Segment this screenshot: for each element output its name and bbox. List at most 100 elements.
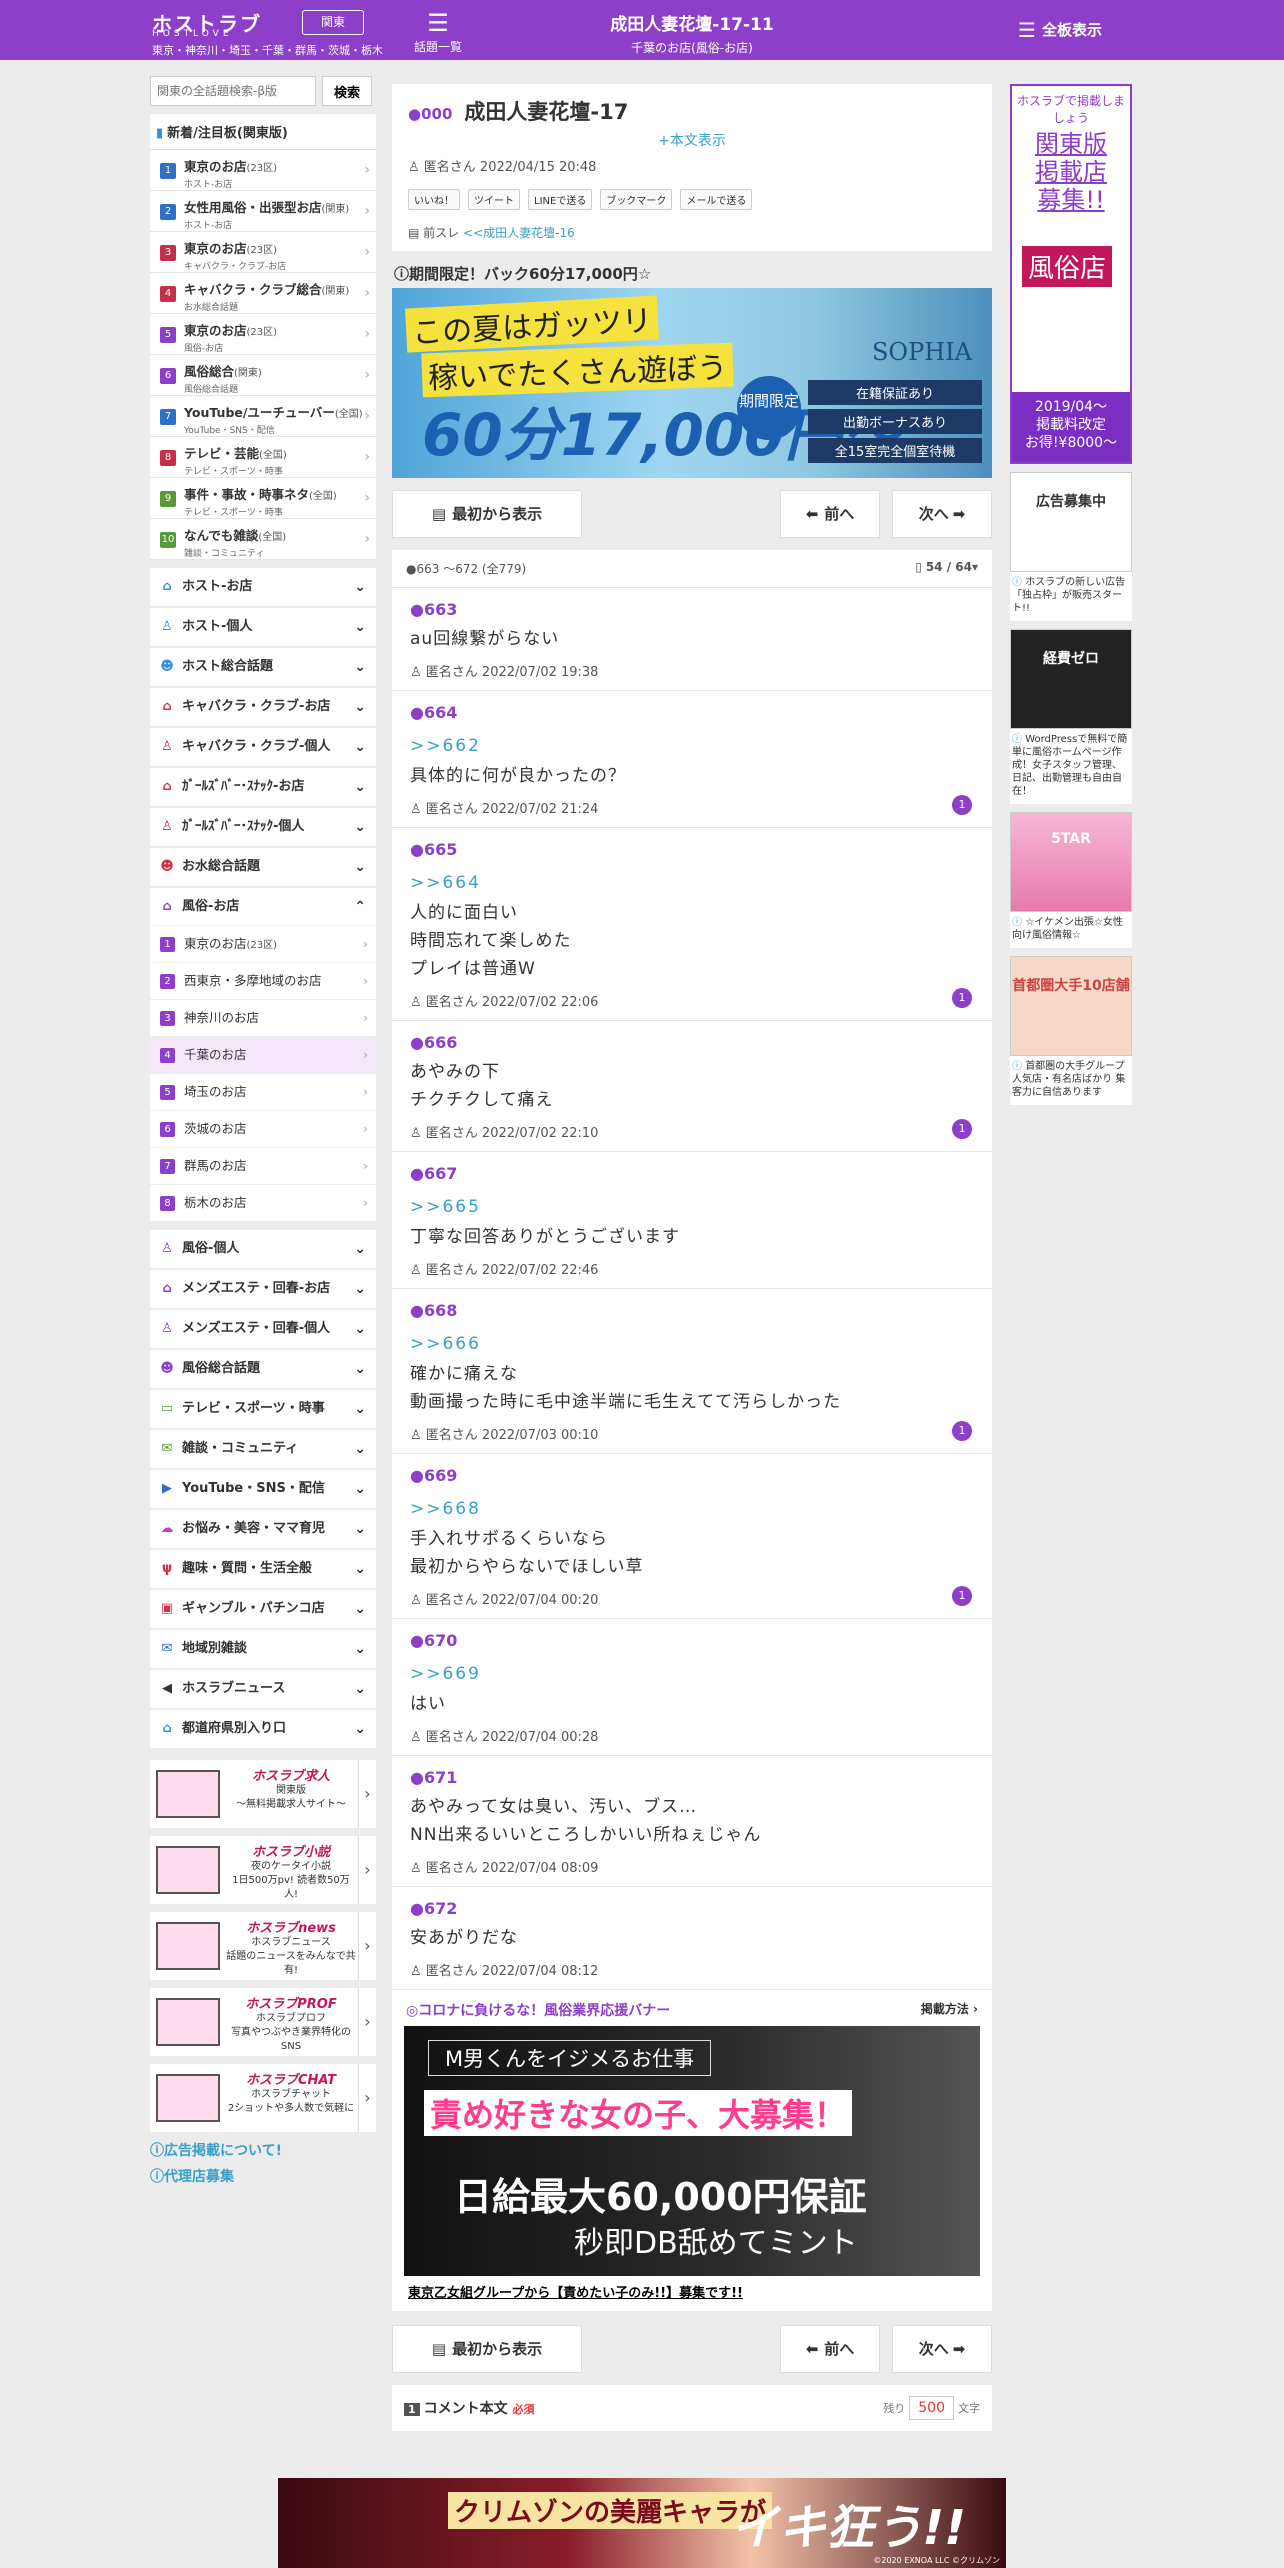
reply-anchor-link[interactable]: >>666: [410, 1334, 974, 1354]
new-board-item[interactable]: 7 YouTube/ユーチューバー(全国) YouTube・SNS・配信 ›: [150, 396, 376, 437]
post-number[interactable]: ●667: [410, 1164, 974, 1183]
bookmark-button[interactable]: ブックマーク: [600, 189, 673, 210]
next-page-button[interactable]: 次へ ➡: [892, 2325, 992, 2373]
category-item[interactable]: ☻ ホスト総合話題 ⌄: [150, 648, 376, 686]
reply-count-badge[interactable]: 1: [952, 1586, 972, 1606]
category-item[interactable]: ♙ ｶﾞｰﾙｽﾞﾊﾞｰ･ｽﾅｯｸ-個人 ⌄: [150, 808, 376, 846]
reply-anchor-link[interactable]: >>668: [410, 1499, 974, 1519]
subcategory-item[interactable]: 4 千葉のお店 ›: [150, 1037, 376, 1074]
new-board-item[interactable]: 6 風俗総合(関東) 風俗総合話題 ›: [150, 355, 376, 396]
footer-ad[interactable]: クリムゾンの美麗キャラが イキ狂う!! ©2020 EXNOA LLC ©クリム…: [278, 2478, 1006, 2568]
new-board-item[interactable]: 2 女性用風俗・出張型お店(関東) ホスト-お店 ›: [150, 191, 376, 232]
post-number[interactable]: ●664: [410, 703, 974, 722]
post-number[interactable]: ●663: [410, 600, 974, 619]
support-banner[interactable]: M男くんをイジメるお仕事 責め好きな女の子、大募集！ 日給最大60,000円保証…: [404, 2026, 980, 2276]
new-board-item[interactable]: 5 東京のお店(23区) 風俗-お店 ›: [150, 314, 376, 355]
previous-thread-link[interactable]: <<成田人妻花壇-16: [463, 226, 575, 240]
new-board-item[interactable]: 9 事件・事故・時事ネタ(全国) テレビ・スポーツ・時事 ›: [150, 478, 376, 519]
post-number[interactable]: ●671: [410, 1768, 974, 1787]
board-name-text: 風俗総合: [184, 364, 235, 379]
topics-list-button[interactable]: ☰ 話題一覧: [410, 8, 466, 55]
right-ad-item[interactable]: 5TAR ⓘ ☆イケメン出張☆女性向け風俗情報☆: [1010, 812, 1132, 948]
reply-anchor-link[interactable]: >>669: [410, 1664, 974, 1684]
post-number[interactable]: ●669: [410, 1466, 974, 1485]
service-banner[interactable]: ホスラブnews ホスラブニュース 話題のニュースをみんなで共有! ›: [150, 1912, 376, 1980]
category-item[interactable]: ▶ YouTube・SNS・配信 ⌄: [150, 1470, 376, 1508]
agency-link[interactable]: ⓘ代理店募集: [150, 2166, 376, 2186]
category-item[interactable]: ⌂ ｶﾞｰﾙｽﾞﾊﾞｰ･ｽﾅｯｸ-お店 ⌄: [150, 768, 376, 806]
service-banner[interactable]: ホスラブPROF ホスラブプロフ 写真やつぶやき業界特化のSNS ›: [150, 1988, 376, 2056]
banner-how-link[interactable]: 掲載方法 ›: [921, 2000, 978, 2020]
category-item-open[interactable]: ⌂ 風俗-お店 ⌃: [150, 888, 376, 926]
show-body-link[interactable]: +本文表示: [408, 130, 976, 150]
right-ad-item[interactable]: 首都圏大手10店舗 ⓘ 首都圏の大手グループ 人気店・有名店ばかり 集客力に自信あ…: [1010, 956, 1132, 1105]
new-board-item[interactable]: 10 なんでも雑談(全国) 雑談・コミュニティ ›: [150, 519, 376, 560]
ad-info-link[interactable]: ⓘ広告掲載について!: [150, 2140, 376, 2160]
subcategory-item[interactable]: 8 栃木のお店 ›: [150, 1185, 376, 1222]
board-region: (関東): [321, 204, 350, 215]
category-item[interactable]: ♙ ホスト-個人 ⌄: [150, 608, 376, 646]
category-item[interactable]: ♙ メンズエステ・回春-個人 ⌄: [150, 1310, 376, 1348]
right-ad-item[interactable]: 経費ゼロ ⓘ WordPressで無料で簡単に風俗ホームページ作成！女子スタッフ管…: [1010, 629, 1132, 804]
category-item[interactable]: ◀ ホスラブニュース ⌄: [150, 1670, 376, 1708]
category-item[interactable]: ψ 趣味・質問・生活全般 ⌄: [150, 1550, 376, 1588]
category-item[interactable]: ⌂ ホスト-お店 ⌄: [150, 568, 376, 606]
reply-count-badge[interactable]: 1: [952, 988, 972, 1008]
category-item[interactable]: ♙ 風俗-個人 ⌄: [150, 1230, 376, 1268]
category-item[interactable]: ☁ お悩み・美容・ママ育児 ⌄: [150, 1510, 376, 1548]
page-selector[interactable]: ▯ 54 / 64▾: [915, 560, 978, 577]
reply-count-badge[interactable]: 1: [952, 795, 972, 815]
new-board-item[interactable]: 4 キャバクラ・クラブ総合(関東) お水総合話題 ›: [150, 273, 376, 314]
subcategory-item[interactable]: 1 東京のお店(23区) ›: [150, 926, 376, 963]
first-page-button[interactable]: ▤ 最初から表示: [392, 490, 582, 538]
post-number[interactable]: ●665: [410, 840, 974, 859]
reply-anchor-link[interactable]: >>664: [410, 873, 974, 893]
category-item[interactable]: ☻ 風俗総合話題 ⌄: [150, 1350, 376, 1388]
post-number[interactable]: ●666: [410, 1033, 974, 1052]
category-item[interactable]: ♙ キャバクラ・クラブ-個人 ⌄: [150, 728, 376, 766]
reply-count-badge[interactable]: 1: [952, 1421, 972, 1441]
search-button[interactable]: 検索: [322, 76, 372, 106]
subcategory-item[interactable]: 3 神奈川のお店 ›: [150, 1000, 376, 1037]
user-icon: ♙: [410, 1428, 426, 1443]
category-item[interactable]: ⌂ 都道府県別入り口 ⌄: [150, 1710, 376, 1748]
reply-anchor-link[interactable]: >>665: [410, 1197, 974, 1217]
post-number[interactable]: ●670: [410, 1631, 974, 1650]
prev-page-button[interactable]: ⬅ 前へ: [780, 490, 880, 538]
first-page-button[interactable]: ▤ 最初から表示: [392, 2325, 582, 2373]
new-board-item[interactable]: 8 テレビ・芸能(全国) テレビ・スポーツ・時事 ›: [150, 437, 376, 478]
category-item[interactable]: ☻ お水総合話題 ⌄: [150, 848, 376, 886]
subcategory-item[interactable]: 2 西東京・多摩地域のお店 ›: [150, 963, 376, 1000]
prev-page-button[interactable]: ⬅ 前へ: [780, 2325, 880, 2373]
category-item[interactable]: ▣ ギャンブル・パチンコ店 ⌄: [150, 1590, 376, 1628]
reply-count-badge[interactable]: 1: [952, 1119, 972, 1139]
all-boards-button[interactable]: ☰ 全板表示: [1018, 18, 1102, 42]
next-page-button[interactable]: 次へ ➡: [892, 490, 992, 538]
service-banner[interactable]: ホスラブ小説 夜のケータイ小説 1日500万pv! 読者数50万人! ›: [150, 1836, 376, 1904]
subcategory-item[interactable]: 7 群馬のお店 ›: [150, 1148, 376, 1185]
subcategory-item[interactable]: 5 埼玉のお店 ›: [150, 1074, 376, 1111]
tweet-button[interactable]: ツイート: [468, 189, 520, 210]
search-input[interactable]: [150, 76, 316, 106]
banner-caption-link[interactable]: 東京乙女組グループから【責めたい子のみ!!】募集です!!: [392, 2276, 992, 2311]
facebook-like-button[interactable]: いいね！: [408, 189, 460, 210]
new-board-item[interactable]: 3 東京のお店(23区) キャバクラ・クラブ-お店 ›: [150, 232, 376, 273]
post-number[interactable]: ●668: [410, 1301, 974, 1320]
ad-recruit-banner[interactable]: ホスラブで掲載しましょう 関東版 掲載店 募集!! 風俗店 2019/04〜 掲…: [1010, 84, 1132, 464]
service-banner[interactable]: ホスラブ求人 関東版 〜無料掲載求人サイト〜 ›: [150, 1760, 376, 1828]
promo-banner[interactable]: この夏はガッツリ 稼いでたくさん遊ぼう 60分17,000円〜 期間限定 SOP…: [392, 288, 992, 478]
category-item[interactable]: ✉ 雑談・コミュニティ ⌄: [150, 1430, 376, 1468]
region-button[interactable]: 関東: [302, 10, 364, 35]
category-item[interactable]: ⌂ メンズエステ・回春-お店 ⌄: [150, 1270, 376, 1308]
subcategory-item[interactable]: 6 茨城のお店 ›: [150, 1111, 376, 1148]
category-item[interactable]: ✉ 地域別雑談 ⌄: [150, 1630, 376, 1668]
new-board-item[interactable]: 1 東京のお店(23区) ホスト-お店 ›: [150, 150, 376, 191]
category-item[interactable]: ⌂ キャバクラ・クラブ-お店 ⌄: [150, 688, 376, 726]
line-share-button[interactable]: LINEで送る: [528, 189, 593, 210]
reply-anchor-link[interactable]: >>662: [410, 736, 974, 756]
service-banner[interactable]: ホスラブCHAT ホスラブチャット 2ショットや多人数で気軽に ›: [150, 2064, 376, 2132]
email-share-button[interactable]: メールで送る: [680, 189, 753, 210]
post-number[interactable]: ●672: [410, 1899, 974, 1918]
category-item[interactable]: ▭ テレビ・スポーツ・時事 ⌄: [150, 1390, 376, 1428]
right-ad-item[interactable]: 広告募集中 ⓘ ホスラブの新しい広告「独占枠」が販売スタート!!: [1010, 472, 1132, 621]
